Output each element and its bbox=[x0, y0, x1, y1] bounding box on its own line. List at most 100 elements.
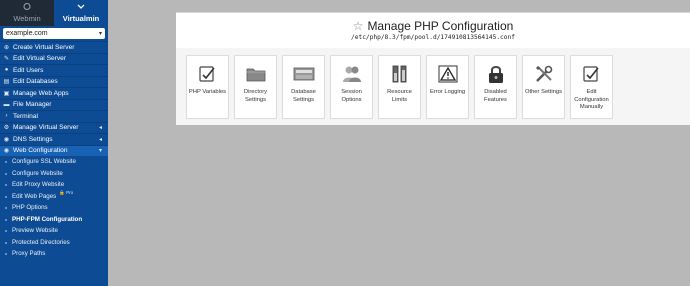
tile-label: Other Settings bbox=[524, 89, 563, 95]
tile-label: Directory Settings bbox=[243, 89, 268, 103]
apps-icon: ▣ bbox=[3, 90, 10, 97]
submenu-item-label: Configure Website bbox=[12, 169, 63, 177]
submenu-item-label: Preview Website bbox=[12, 227, 58, 235]
sidebar-item-label: Web Configuration bbox=[13, 147, 68, 155]
sidebar-item-dns-settings[interactable]: ◉ DNS Settings ◂ bbox=[0, 133, 108, 145]
sidebar-item-label: Edit Users bbox=[13, 66, 44, 74]
plus-icon: ⊕ bbox=[3, 44, 10, 51]
sidebar-item-label: Terminal bbox=[13, 112, 38, 120]
tile-directory-settings[interactable]: Directory Settings bbox=[234, 55, 277, 119]
web-configuration-submenu: Configure SSL Website Configure Website … bbox=[0, 156, 108, 260]
submenu-item-label: Protected Directories bbox=[12, 238, 70, 246]
globe-icon: ◉ bbox=[3, 136, 10, 143]
sidebar-item-edit-users[interactable]: ● Edit Users bbox=[0, 64, 108, 76]
submenu-item-edit-proxy-website[interactable]: Edit Proxy Website bbox=[0, 179, 108, 191]
tile-edit-configuration-manually[interactable]: Edit Configuration Manually bbox=[570, 55, 613, 119]
tools-icon bbox=[533, 64, 555, 84]
users-icon: ● bbox=[4, 67, 9, 74]
chevron-down-icon: ▾ bbox=[98, 31, 102, 37]
submenu-item-edit-web-pages[interactable]: Edit Web Pages 🔒 Pro bbox=[0, 190, 108, 203]
users-icon bbox=[341, 64, 363, 84]
submenu-item-label: Configure SSL Website bbox=[12, 158, 76, 166]
tab-webmin-label: Webmin bbox=[13, 14, 41, 23]
edit-icon: ✎ bbox=[3, 56, 10, 63]
database-icon bbox=[293, 64, 315, 84]
tile-label: Disabled Features bbox=[484, 89, 507, 103]
sidebar-item-label: DNS Settings bbox=[13, 135, 53, 143]
tab-virtualmin-label: Virtualmin bbox=[62, 14, 100, 23]
sidebar-item-web-configuration[interactable]: ◉ Web Configuration ▾ bbox=[0, 144, 108, 156]
submenu-item-label: PHP-FPM Configuration bbox=[12, 215, 83, 223]
edit-sheet-icon bbox=[197, 64, 219, 84]
page-title: Manage PHP Configuration bbox=[367, 19, 514, 33]
main-panel: ☆ Manage PHP Configuration /etc/php/8.3/f… bbox=[176, 12, 690, 125]
sidebar-item-label: Manage Virtual Server bbox=[13, 124, 79, 132]
sidebar-item-edit-virtual-server[interactable]: ✎ Edit Virtual Server bbox=[0, 52, 108, 65]
webmin-icon bbox=[23, 3, 31, 12]
tile-session-options[interactable]: Session Options bbox=[330, 55, 373, 119]
folder-icon bbox=[245, 64, 267, 84]
sidebar-item-terminal[interactable]: › Terminal bbox=[0, 110, 108, 122]
lock-icon: 🔒 bbox=[59, 190, 65, 196]
edit-sheet-icon bbox=[581, 64, 603, 84]
submenu-item-label: Edit Proxy Website bbox=[12, 181, 65, 189]
terminal-icon: › bbox=[5, 113, 8, 120]
submenu-item-php-fpm-configuration[interactable]: PHP-FPM Configuration bbox=[0, 214, 108, 226]
sidebar-item-label: File Manager bbox=[13, 101, 52, 109]
config-file-path: /etc/php/8.3/fpm/pool.d/174910813564145.… bbox=[351, 34, 515, 41]
tile-label: Edit Configuration Manually bbox=[574, 89, 609, 111]
submenu-item-configure-ssl-website[interactable]: Configure SSL Website bbox=[0, 156, 108, 168]
tile-label: PHP Variables bbox=[188, 89, 227, 95]
gear-icon: ⚙ bbox=[3, 125, 10, 132]
domain-select-value: example.com bbox=[6, 30, 48, 37]
chevron-left-icon: ◂ bbox=[98, 125, 102, 132]
database-icon: ▤ bbox=[3, 79, 10, 86]
chevron-down-icon bbox=[77, 4, 85, 12]
config-tiles: PHP Variables Directory Settings Databas… bbox=[186, 55, 613, 119]
submenu-item-label: Edit Web Pages bbox=[12, 192, 57, 200]
sidebar-item-manage-virtual-server[interactable]: ⚙ Manage Virtual Server ◂ bbox=[0, 121, 108, 134]
tile-error-logging[interactable]: Error Logging bbox=[426, 55, 469, 119]
sidebar-item-label: Create Virtual Server bbox=[13, 43, 75, 51]
sidebar-item-label: Manage Web Apps bbox=[13, 89, 69, 97]
sidebar-menu: ⊕ Create Virtual Server ✎ Edit Virtual S… bbox=[0, 41, 108, 156]
resource-limits-icon bbox=[389, 64, 411, 84]
submenu-item-label: Proxy Paths bbox=[12, 250, 46, 258]
chevron-left-icon: ◂ bbox=[98, 136, 102, 143]
folder-icon: ▬ bbox=[3, 101, 10, 108]
page-title-row: ☆ Manage PHP Configuration bbox=[176, 19, 690, 33]
star-icon[interactable]: ☆ bbox=[353, 19, 364, 33]
globe-icon: ◉ bbox=[3, 148, 10, 155]
submenu-item-proxy-paths[interactable]: Proxy Paths bbox=[0, 248, 108, 260]
tile-php-variables[interactable]: PHP Variables bbox=[186, 55, 229, 119]
sidebar-item-create-virtual-server[interactable]: ⊕ Create Virtual Server bbox=[0, 41, 108, 53]
sidebar-item-manage-web-apps[interactable]: ▣ Manage Web Apps bbox=[0, 87, 108, 99]
lock-icon bbox=[485, 64, 507, 84]
sidebar-item-label: Edit Databases bbox=[13, 78, 58, 86]
sidebar-tabs: Webmin Virtualmin bbox=[0, 0, 108, 26]
tab-virtualmin[interactable]: Virtualmin bbox=[54, 0, 108, 26]
submenu-item-protected-directories[interactable]: Protected Directories bbox=[0, 237, 108, 249]
tile-label: Session Options bbox=[341, 89, 362, 103]
sidebar-item-edit-databases[interactable]: ▤ Edit Databases bbox=[0, 75, 108, 88]
submenu-item-configure-website[interactable]: Configure Website bbox=[0, 168, 108, 180]
submenu-item-preview-website[interactable]: Preview Website bbox=[0, 225, 108, 237]
tile-label: Database Settings bbox=[291, 89, 316, 103]
tile-label: Resource Limits bbox=[387, 89, 412, 103]
chevron-down-icon: ▾ bbox=[98, 148, 102, 155]
tile-resource-limits[interactable]: Resource Limits bbox=[378, 55, 421, 119]
tile-label: Error Logging bbox=[429, 89, 466, 95]
submenu-item-label: PHP Options bbox=[12, 204, 48, 212]
sidebar-item-file-manager[interactable]: ▬ File Manager bbox=[0, 98, 108, 111]
tile-disabled-features[interactable]: Disabled Features bbox=[474, 55, 517, 119]
pro-badge-label: Pro bbox=[66, 190, 74, 196]
submenu-item-php-options[interactable]: PHP Options bbox=[0, 202, 108, 214]
sidebar-item-label: Edit Virtual Server bbox=[13, 55, 67, 63]
tile-database-settings[interactable]: Database Settings bbox=[282, 55, 325, 119]
tile-other-settings[interactable]: Other Settings bbox=[522, 55, 565, 119]
domain-select[interactable]: example.com ▾ bbox=[3, 28, 105, 39]
tab-webmin[interactable]: Webmin bbox=[0, 0, 54, 26]
pro-badge: 🔒 Pro bbox=[59, 190, 73, 196]
sidebar: Webmin Virtualmin example.com ▾ ⊕ Create… bbox=[0, 0, 108, 286]
warning-icon bbox=[437, 64, 459, 84]
